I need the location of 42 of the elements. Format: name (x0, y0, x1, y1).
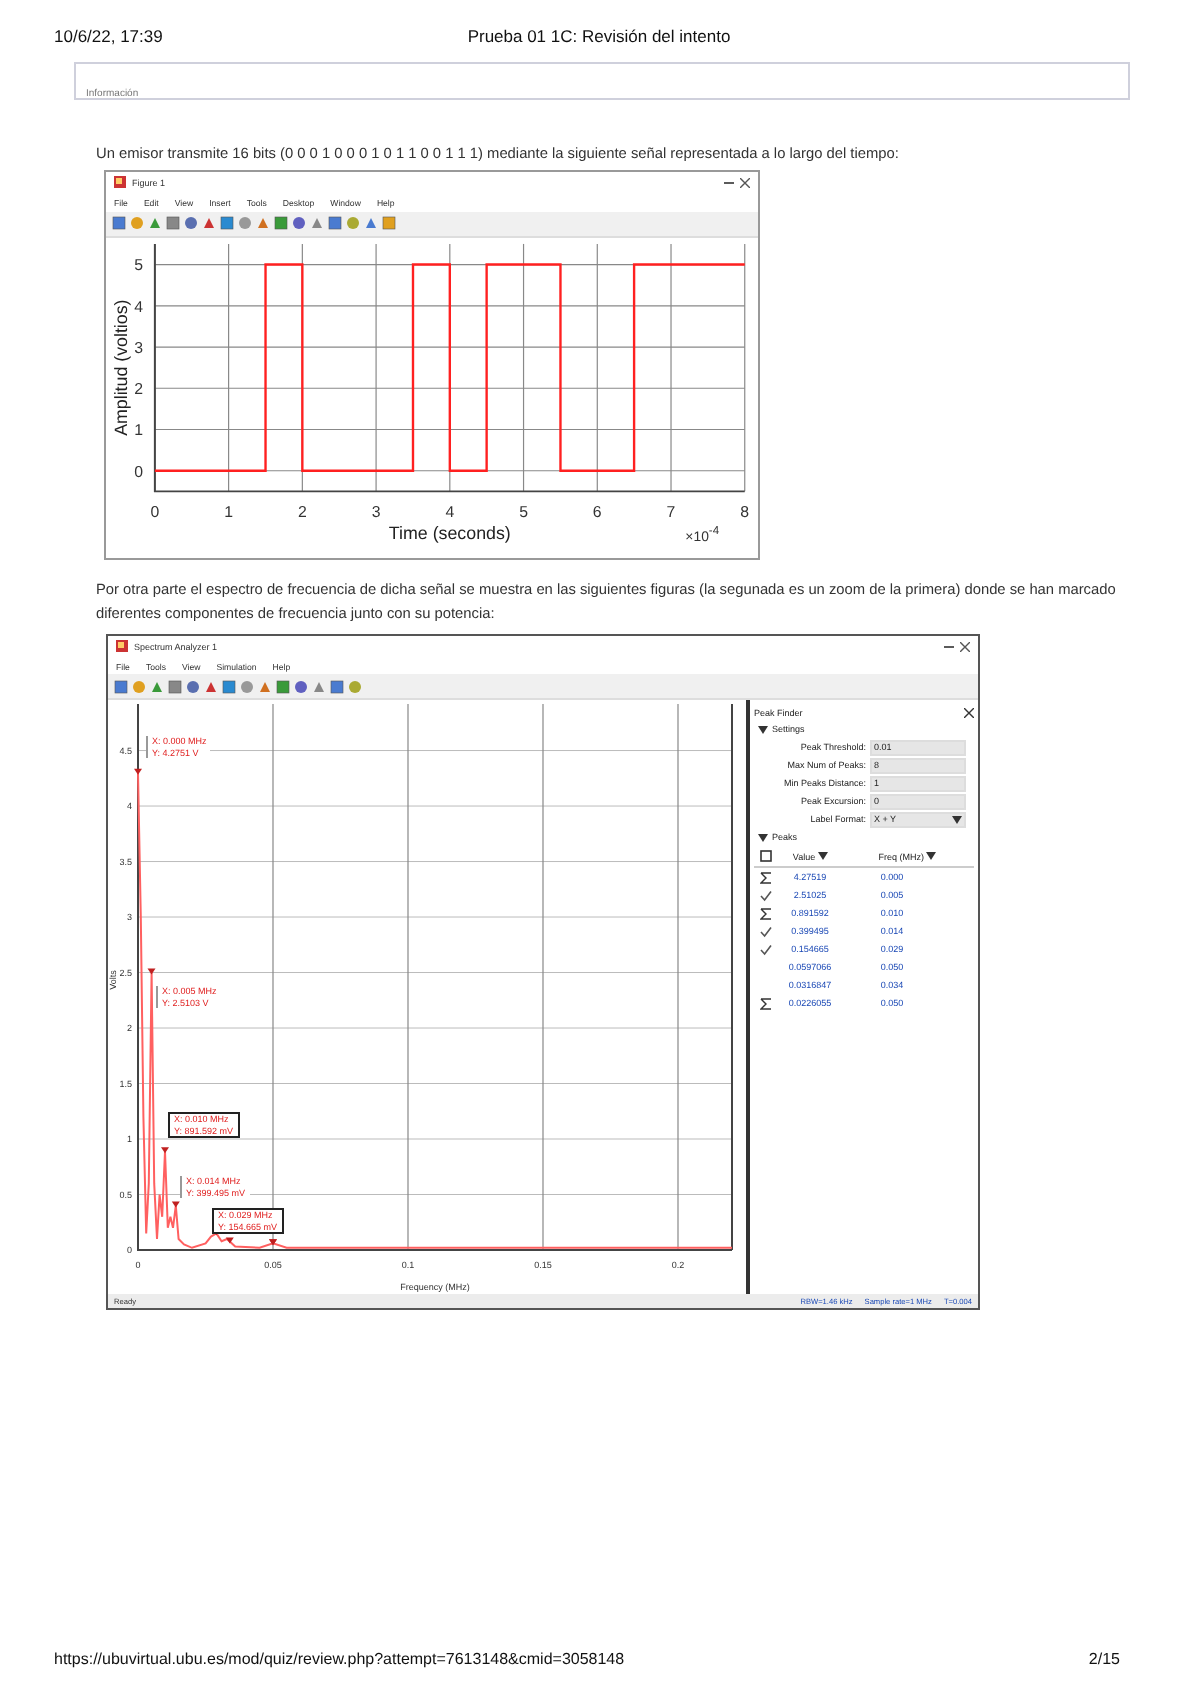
tick-label: 1 (134, 420, 143, 439)
tick-label: 6 (592, 502, 602, 521)
caret-icon[interactable] (817, 852, 828, 861)
close-icon[interactable] (960, 641, 970, 652)
tick-label: 4 (134, 297, 143, 316)
tick-label: 4 (445, 502, 455, 521)
page-number: 2/15 (1088, 1650, 1120, 1668)
sigma-icon (760, 997, 772, 1010)
tick-label: 8 (740, 502, 750, 521)
tick-label: 2 (134, 379, 143, 398)
tick-label: 7 (666, 502, 676, 521)
tick-label: 0 (150, 502, 160, 521)
tick-label: 1 (224, 502, 233, 521)
app-icon (114, 176, 126, 189)
app-icon (116, 640, 128, 653)
checkbox-icon[interactable] (760, 850, 772, 863)
minimize-icon[interactable] (944, 641, 954, 652)
page-title: Prueba 01 1C: Revisión del intento (467, 26, 731, 50)
caret-icon[interactable] (952, 815, 962, 824)
caret-icon[interactable] (926, 852, 936, 861)
sigma-icon (760, 871, 772, 884)
axis-label: Amplitud (voltios) (111, 298, 132, 436)
tick-label: 5 (134, 255, 143, 274)
peak-marker-icon (171, 1201, 180, 1208)
peak-marker-icon (147, 968, 156, 975)
tick-label: 2 (297, 502, 307, 521)
close-icon[interactable] (964, 707, 974, 718)
page-url: https://ubuvirtual.ubu.es/mod/quiz/review.php?attempt=7613148&cmid=3058148 (54, 1650, 625, 1668)
tick-label: 3 (134, 338, 143, 357)
tick-label: 0 (134, 462, 143, 481)
peak-marker-icon (161, 1147, 169, 1154)
close-icon[interactable] (740, 177, 750, 188)
peak-marker-icon (134, 769, 142, 776)
sigma-icon (760, 907, 772, 920)
caret-icon[interactable] (758, 833, 768, 842)
caret-icon[interactable] (758, 725, 768, 734)
tick-label: 5 (519, 502, 528, 521)
check-icon (760, 889, 772, 902)
minimize-icon[interactable] (724, 177, 734, 188)
axis-label: Time (seconds) (388, 522, 511, 543)
tick-label: 3 (371, 502, 381, 521)
print-date: 10/6/22, 17:39 (54, 26, 163, 50)
